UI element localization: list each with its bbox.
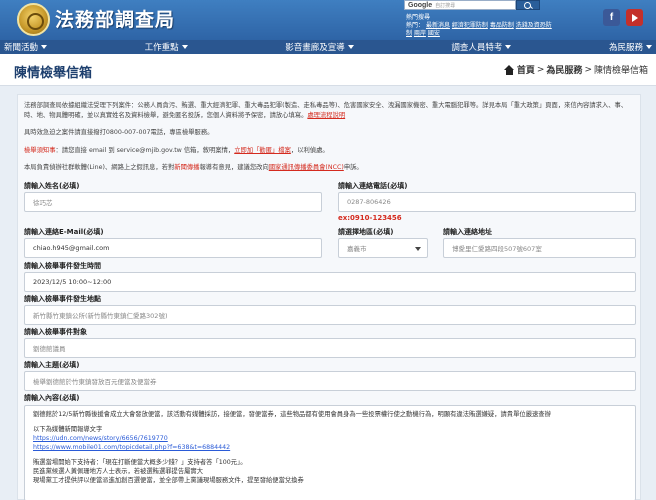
breadcrumb-home[interactable]: 首頁 (517, 63, 535, 76)
youtube-icon[interactable] (626, 9, 643, 26)
nav-exam[interactable]: 調查人員特考 (451, 41, 512, 53)
nav-news[interactable]: 新聞活動 (4, 41, 48, 53)
google-brand: Google (408, 1, 433, 9)
nav-media[interactable]: 影音畫廊及宣導 (285, 41, 354, 53)
content-link[interactable]: https://udn.com/news/story/6656/7619770 (33, 434, 627, 443)
content-line: 現場黨工才提供評以便當派進加創百選便當，並全部帶上黨議現場服務文件，提至發給便當… (33, 477, 304, 484)
complaint-form-panel: 法務部調查局依據組織法受理下列案件：公務人員貪污、賄選、重大經濟犯罪、重大毒品犯… (17, 94, 641, 500)
nav-service[interactable]: 為民服務 (609, 41, 652, 53)
hot-search-row-2: 制 兩岸 國安 (406, 28, 440, 37)
ncc-link[interactable]: 國家通訊傳播委員會(NCC) (269, 164, 344, 171)
chevron-down-icon (181, 45, 188, 49)
site-name[interactable]: 法務部調查局 (55, 5, 175, 32)
chevron-down-icon (347, 45, 354, 49)
breadcrumb-current: 陳情檢舉信箱 (593, 66, 648, 76)
breadcrumb: 首頁 > 為民服務 > 陳情檢舉信箱 (503, 63, 648, 76)
content-label: 請輸入內容(必填) (24, 394, 80, 402)
home-icon[interactable] (503, 64, 515, 75)
content-textarea[interactable]: 劉德館於12/5新竹縣後援會成立大會發放便當，該活動有媒體採訪，接便當，發便當券… (24, 405, 636, 500)
search-placeholder: 自訂搜尋 (435, 2, 456, 9)
chevron-down-icon (415, 247, 421, 251)
event-place-label: 請輸入檢舉事件發生地點 (24, 295, 101, 303)
region-label: 請選擇地區(必填) (338, 228, 394, 236)
address-label: 請輸入連絡地址 (443, 228, 492, 236)
name-field[interactable]: 徐巧芯 (24, 192, 322, 212)
content-line: 以下為媒體新聞報導文字 (33, 426, 103, 433)
name-label: 請輸入姓名(必填) (24, 182, 80, 190)
breadcrumb-parent[interactable]: 為民服務 (546, 63, 582, 76)
notice-text: 檢舉須知事：請您直接 email 到 service@mjib.gov.tw 信… (24, 147, 329, 154)
content-line: 民進黨候選人黃佩珊地方人士表示，若被選賄選罪提告屬實大 (33, 468, 204, 475)
hot-keyword[interactable]: 毒品防制 (490, 22, 514, 29)
subject-field[interactable]: 檢舉劉德館於竹東鎮發放百元便當及便當券 (24, 371, 636, 391)
event-target-field[interactable]: 劉德館議員 (24, 338, 636, 358)
facebook-icon[interactable]: f (603, 9, 620, 26)
event-target-label: 請輸入檢舉事件對象 (24, 328, 87, 336)
event-time-field[interactable]: 2023/12/5 10:00~12:00 (24, 272, 636, 292)
process-link[interactable]: 處理流程說明 (307, 112, 345, 119)
site-logo-emblem[interactable] (17, 3, 50, 36)
search-input[interactable]: Google 自訂搜尋 (404, 0, 516, 10)
chevron-down-icon (505, 45, 512, 49)
urgent-hotline-text: 具時效急迫之案件請直接撥打0800-007-007電話，專區檢舉服務。 (24, 129, 214, 136)
event-place-field[interactable]: 新竹縣竹東鎮公所(新竹縣竹東鎮仁愛路302號) (24, 305, 636, 325)
phone-hint: ex:0910-123456 (338, 214, 402, 222)
phone-field[interactable]: 0287-806426 (338, 192, 636, 212)
main-nav: 新聞活動 工作重點 影音畫廊及宣導 調查人員特考 為民服務 (0, 40, 656, 54)
content-line: 劉德館於12/5新竹縣後援會成立大會發放便當，該活動有媒體採訪，接便當，發便當券… (33, 411, 551, 418)
region-select[interactable]: 嘉義市 (338, 238, 428, 258)
email-label: 請輸入連絡E-Mail(必填) (24, 228, 104, 236)
email-field[interactable]: chiao.h945@gmail.com (24, 238, 322, 258)
page-title-bar: 陳情檢舉信箱 首頁 > 為民服務 > 陳情檢舉信箱 (0, 54, 656, 86)
page-title: 陳情檢舉信箱 (14, 66, 93, 81)
intro-paragraph: 法務部調查局依據組織法受理下列案件：公務人員貪污、賄選、重大經濟犯罪、重大毒品犯… (24, 102, 628, 119)
ncc-notice-text: 本局負責偵辦社群軟體(Line)、網路上之假訊息，若對新聞傳播報導有意見，建議您… (24, 164, 363, 171)
phone-label: 請輸入連絡電話(必填) (338, 182, 408, 190)
chevron-down-icon (645, 45, 652, 49)
site-header: 法務部調查局 Google 自訂搜尋 熱門搜尋 熱門： 最新消息 經濟犯罪防制 … (0, 0, 656, 40)
hot-keyword[interactable]: 兩岸 (414, 30, 426, 37)
subject-label: 請輸入主題(必填) (24, 361, 80, 369)
address-field[interactable]: 博愛里仁愛路四段507號607室 (443, 238, 636, 258)
hot-keyword[interactable]: 經濟犯罪防制 (452, 22, 488, 29)
chevron-down-icon (41, 45, 48, 49)
hot-keyword[interactable]: 洗錢及資恐防 (516, 22, 552, 29)
hot-keyword[interactable]: 國安 (428, 30, 440, 37)
nav-focus[interactable]: 工作重點 (145, 41, 188, 53)
content-link[interactable]: https://www.mobile01.com/topicdetail.php… (33, 443, 627, 452)
event-time-label: 請輸入檢舉事件發生時間 (24, 262, 101, 270)
content-line: 賄選當場開始下支持者：「現在打斷便當大概多少錢？」支持者答「100元」。 (33, 459, 247, 466)
hot-keyword[interactable]: 制 (406, 30, 412, 37)
search-button[interactable] (516, 0, 540, 10)
anonymous-file-link[interactable]: 立即加「勸匿」檔案 (234, 147, 291, 154)
